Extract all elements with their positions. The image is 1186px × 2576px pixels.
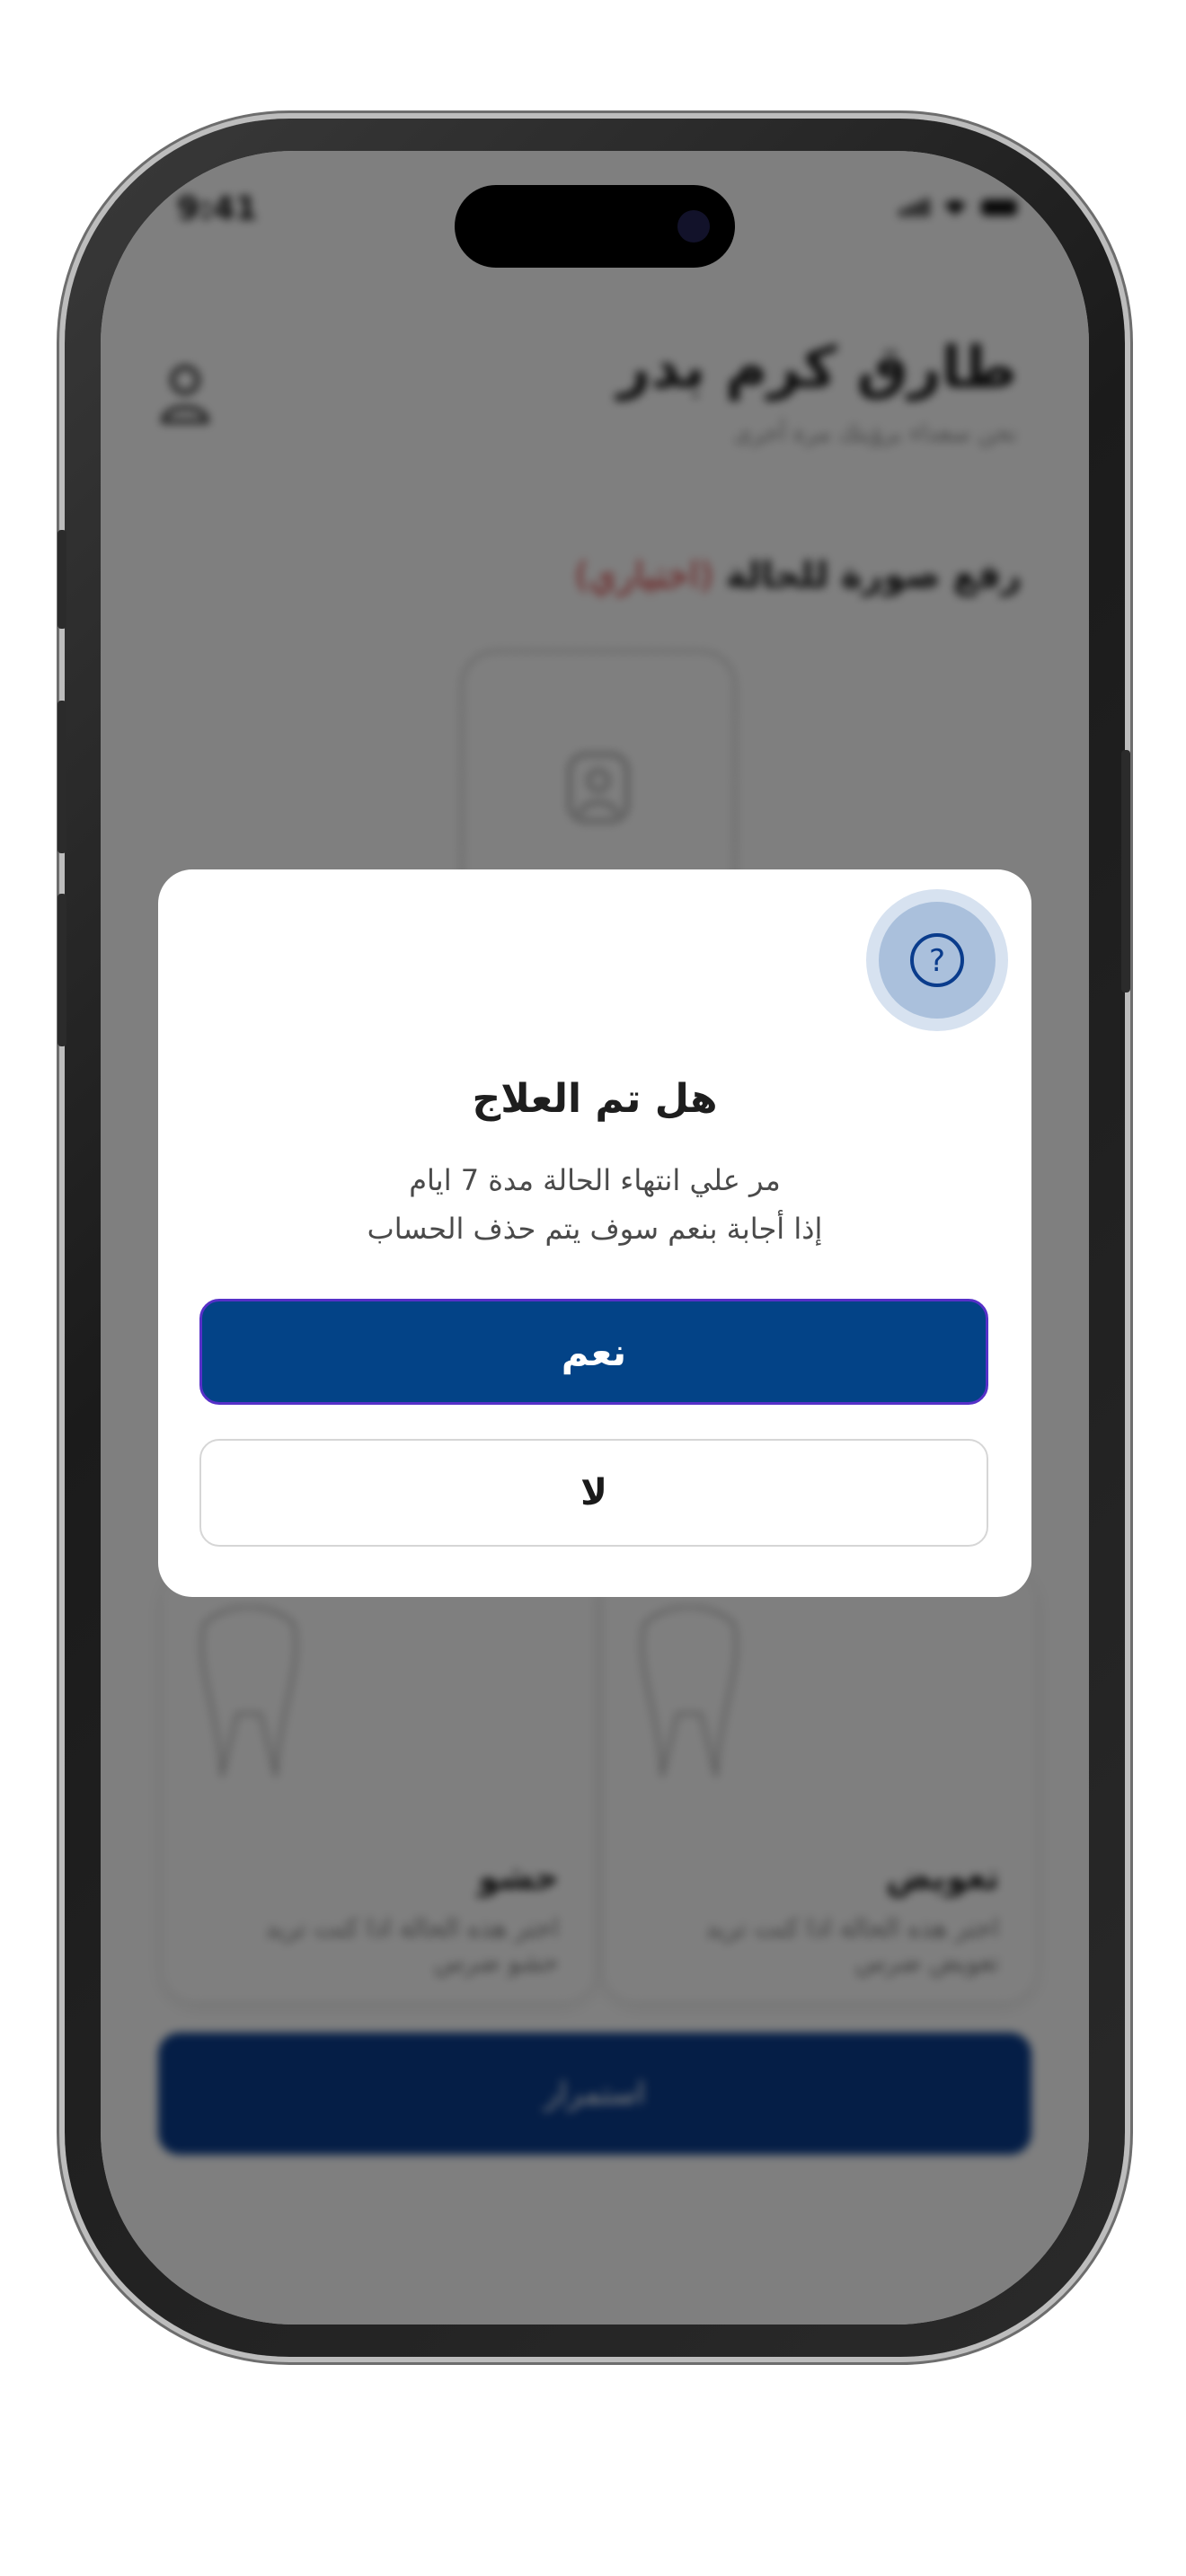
action-button — [58, 530, 66, 629]
dialog-message-line1: مر علي انتهاء الحالة مدة 7 ايام — [409, 1163, 781, 1197]
camera-icon — [677, 210, 710, 243]
question-icon-halo: ? — [866, 889, 1008, 1031]
volume-down-button — [58, 894, 66, 1046]
dialog-title: هل تم العلاج — [472, 1076, 718, 1122]
question-icon-circle: ? — [879, 902, 996, 1019]
dynamic-island — [455, 185, 735, 268]
volume-up-button — [58, 701, 66, 853]
power-button — [1121, 750, 1130, 992]
svg-text:?: ? — [929, 943, 945, 979]
question-mark-icon: ? — [910, 933, 964, 987]
no-button[interactable]: لا — [199, 1439, 988, 1547]
confirm-dialog: ? هل تم العلاج مر علي انتهاء الحالة مدة … — [158, 869, 1031, 1597]
dialog-message-line2: إذا أجابة بنعم سوف يتم حذف الحساب — [367, 1212, 823, 1246]
yes-button[interactable]: نعم — [199, 1299, 988, 1405]
phone-screen: 9:41 طارق كرم بدر نحن سعداء برؤيتك مرة أ… — [101, 151, 1089, 2325]
